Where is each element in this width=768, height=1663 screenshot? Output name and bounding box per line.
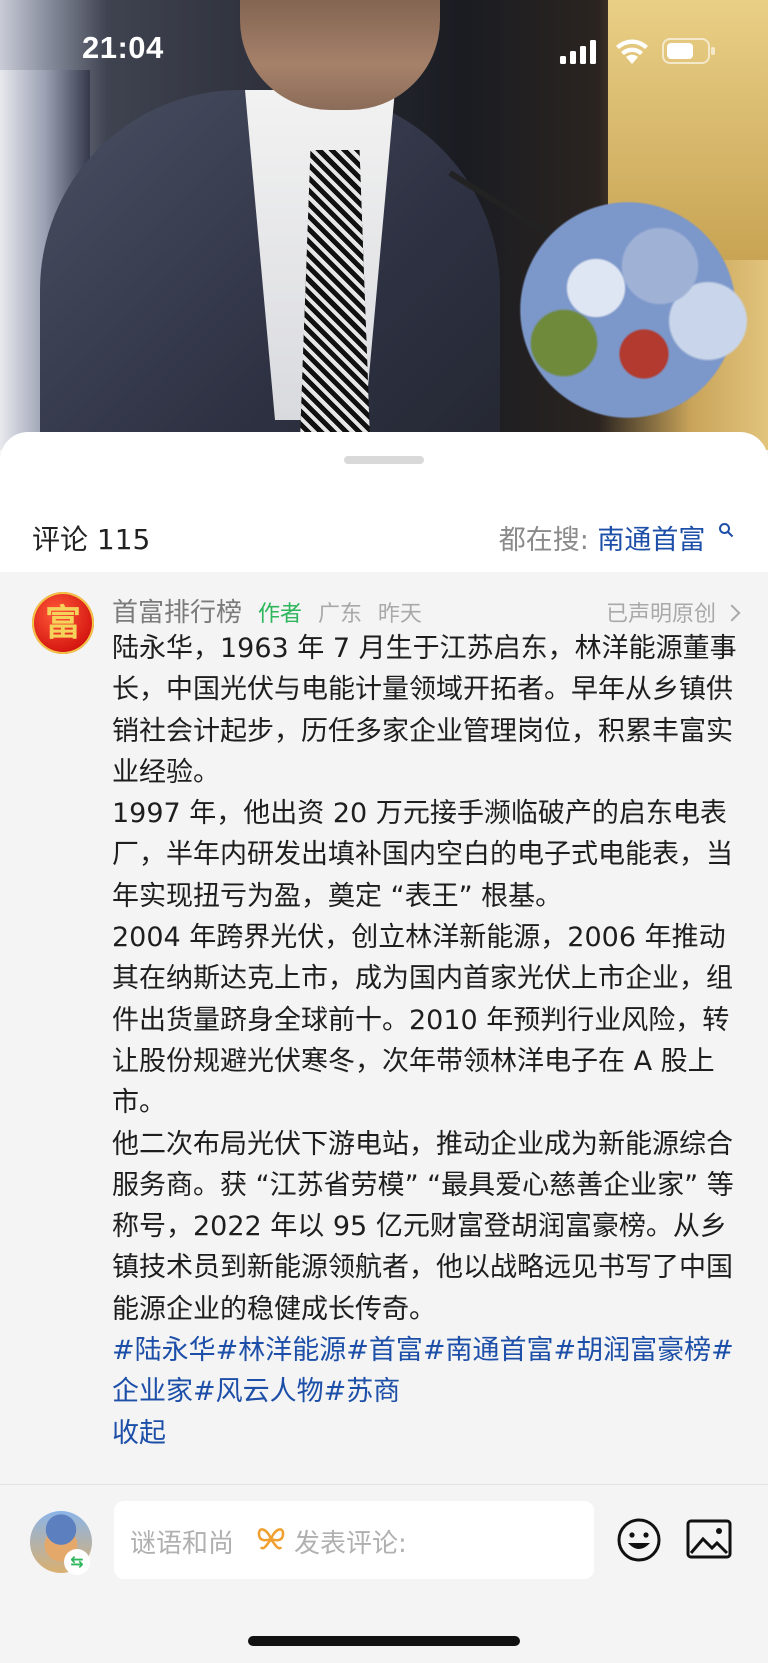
comment-time: 昨天 (377, 602, 422, 627)
comments-count: 评论 115 (32, 523, 151, 556)
author-location: 广东 (317, 602, 362, 627)
battery-icon (662, 38, 715, 64)
hashtag-link[interactable]: #南通首富 (423, 1335, 554, 1366)
comment-item: 富 首富排行榜 作者 广东 昨天 已声明原创 陆永华，1963 年 7 月生于江… (0, 572, 768, 1484)
collapse-link[interactable]: 收起 (112, 1413, 740, 1454)
hashtag-list: #陆永华#林洋能源#首富#南通首富#胡润富豪榜#企业家#风云人物#苏商 (112, 1330, 740, 1413)
author-avatar[interactable]: 富 (32, 592, 94, 654)
wifi-icon (616, 39, 648, 64)
author-badge: 作者 (257, 602, 302, 627)
trending-prefix: 都在搜: (498, 525, 589, 556)
comment-paragraph: 他二次布局光伏下游电站，推动企业成为新能源综合服务商。获 “江苏省劳模” “最具… (112, 1128, 734, 1325)
signal-icon (560, 40, 596, 64)
trending-search[interactable]: 都在搜: 南通首富 (499, 518, 734, 557)
home-indicator[interactable] (248, 1636, 520, 1646)
emoji-icon[interactable] (616, 1517, 662, 1563)
hashtag-link[interactable]: #胡润富豪榜 (554, 1335, 712, 1366)
hashtag-link[interactable]: #首富 (346, 1335, 423, 1366)
comment-paragraph: 1997 年，他出资 20 万元接手濒临破产的启东电表厂，半年内研发出填补国内空… (112, 798, 733, 912)
butterfly-icon (257, 1528, 285, 1550)
original-declaration-link[interactable]: 已声明原创 (605, 596, 741, 628)
hashtag-link[interactable]: #苏商 (324, 1376, 401, 1407)
comments-sheet: 评论 115 都在搜: 南通首富 富 首富排行榜 作者 广东 昨天 已声明原创 … (0, 432, 768, 1663)
drag-handle[interactable] (344, 456, 424, 464)
status-time: 21:04 (82, 30, 164, 65)
image-icon[interactable] (686, 1519, 732, 1559)
input-placeholder: 发表评论: (294, 1529, 407, 1559)
search-icon (719, 523, 734, 538)
author-name[interactable]: 首富排行榜 (112, 598, 242, 628)
hashtag-link[interactable]: #陆永华 (112, 1335, 216, 1366)
comment-input[interactable]: 谜语和尚 发表评论: (114, 1501, 594, 1579)
trending-term[interactable]: 南通首富 (597, 525, 705, 556)
original-label: 已声明原创 (605, 602, 716, 627)
comment-paragraph: 2004 年跨界光伏，创立林洋新能源，2006 年推动其在纳斯达克上市，成为国内… (112, 922, 733, 1119)
avatar-logo-char: 富 (44, 602, 81, 644)
comment-paragraph: 陆永华，1963 年 7 月生于江苏启东，林洋能源董事长，中国光伏与电能计量领域… (112, 633, 737, 788)
input-username: 谜语和尚 (130, 1529, 235, 1559)
comment-meta: 首富排行榜 作者 广东 昨天 已声明原创 (112, 592, 741, 632)
hashtag-link[interactable]: #风云人物 (193, 1376, 324, 1407)
hashtag-link[interactable]: #林洋能源 (216, 1335, 347, 1366)
chevron-right-icon (723, 604, 741, 622)
comments-header: 评论 115 都在搜: 南通首富 (0, 492, 768, 572)
comment-body: 陆永华，1963 年 7 月生于江苏启东，林洋能源董事长，中国光伏与电能计量领域… (112, 628, 740, 1454)
status-bar: 21:04 (0, 0, 768, 100)
switch-account-icon[interactable]: ⇆ (64, 1549, 90, 1575)
